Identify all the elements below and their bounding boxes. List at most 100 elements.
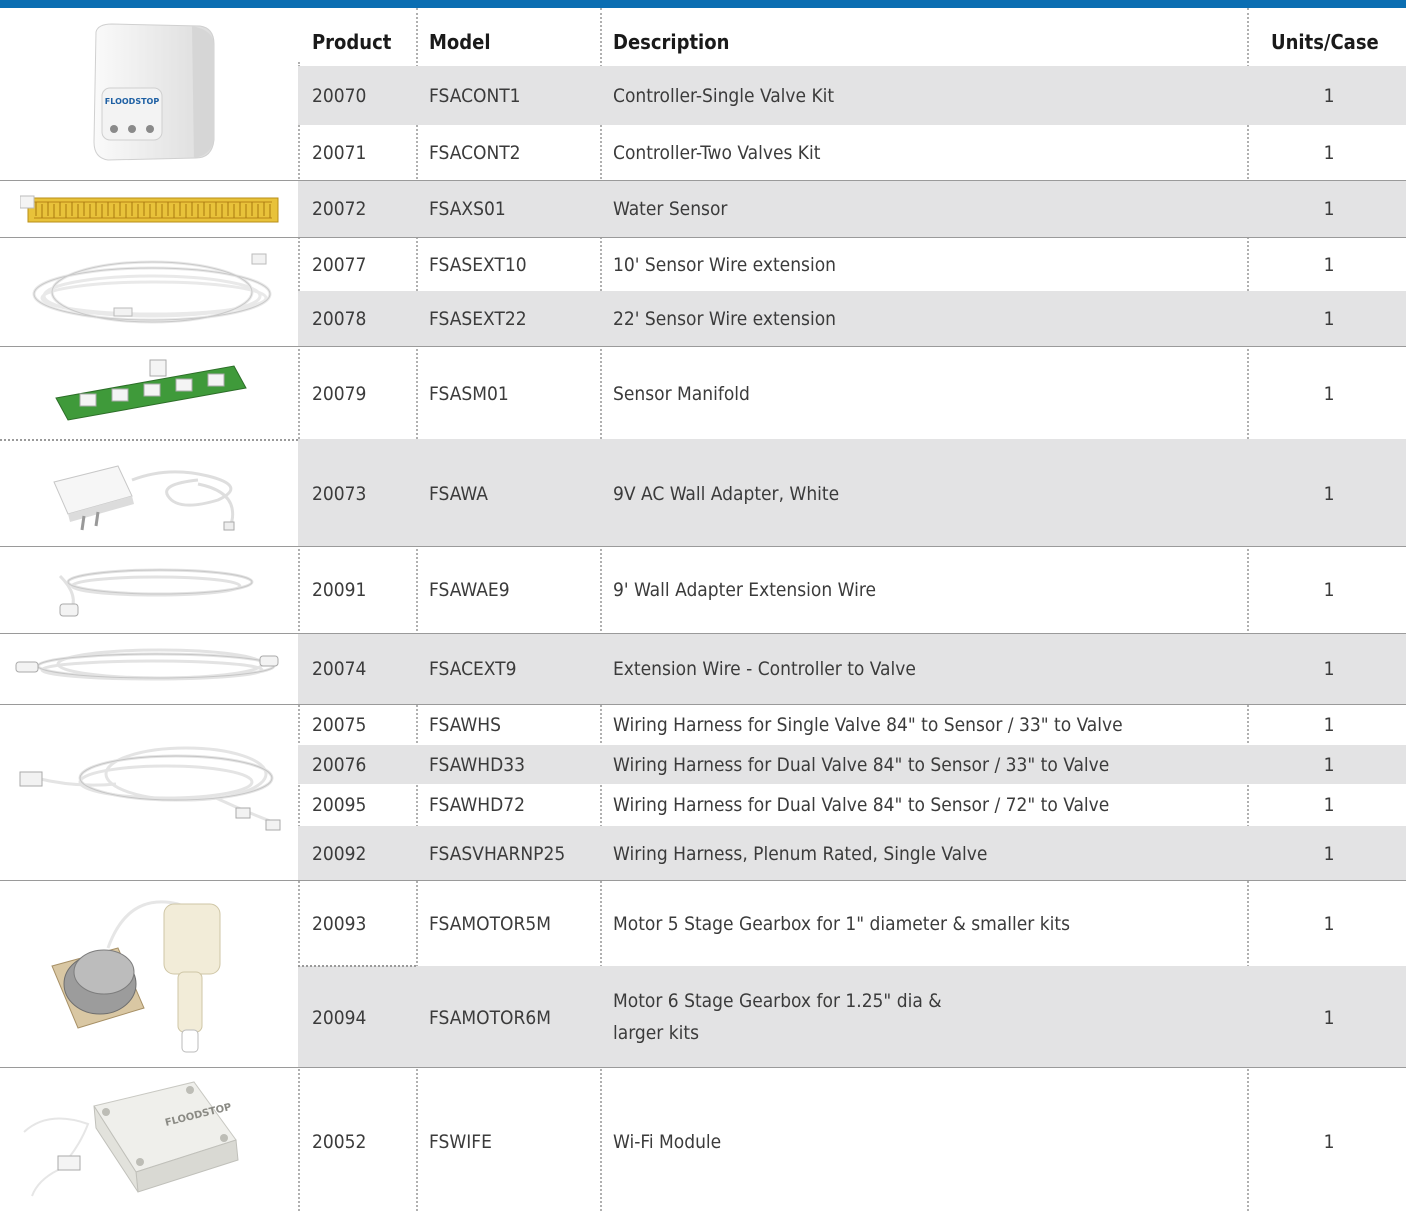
- product-code: 20079: [312, 383, 367, 405]
- model-code: FSAMOTOR6M: [429, 1007, 551, 1029]
- controller-image: FLOODSTOP: [88, 22, 218, 162]
- table-row: 20075 FSAWHS Wiring Harness for Single V…: [298, 705, 1406, 745]
- controller-extension-wire-image: [6, 640, 286, 698]
- units: 1: [1323, 1131, 1335, 1153]
- product-code: 20071: [312, 142, 367, 164]
- product-code: 20095: [312, 794, 367, 816]
- product-code: 20092: [312, 843, 367, 865]
- group-separator: [0, 546, 1406, 547]
- wifi-module-image: FLOODSTOP: [18, 1080, 258, 1208]
- description: Wiring Harness for Single Valve 84" to S…: [613, 714, 1123, 736]
- units: 1: [1323, 794, 1335, 816]
- dotted-separator: [0, 439, 298, 441]
- description: Controller-Single Valve Kit: [613, 85, 835, 107]
- units: 1: [1323, 1007, 1335, 1029]
- header-description: Description: [613, 30, 730, 54]
- top-accent-bar: [0, 0, 1406, 8]
- table-row: 20070 FSACONT1 Controller-Single Valve K…: [298, 66, 1406, 125]
- description: 10' Sensor Wire extension: [613, 254, 836, 276]
- model-code: FSWIFE: [429, 1131, 492, 1153]
- description: Motor 5 Stage Gearbox for 1" diameter & …: [613, 913, 1070, 935]
- product-code: 20091: [312, 579, 367, 601]
- units: 1: [1323, 254, 1335, 276]
- product-code: 20072: [312, 198, 367, 220]
- units: 1: [1323, 383, 1335, 405]
- model-code: FSASEXT10: [429, 254, 527, 276]
- description-line-1: Motor 6 Stage Gearbox for 1.25" dia &: [613, 990, 942, 1012]
- units: 1: [1323, 142, 1335, 164]
- group-separator: [0, 180, 1406, 181]
- table-row: 20094 FSAMOTOR6M Motor 6 Stage Gearbox f…: [298, 966, 1406, 1067]
- description: 9' Wall Adapter Extension Wire: [613, 579, 876, 601]
- model-code: FSAWA: [429, 483, 488, 505]
- wiring-harness-image: [16, 738, 286, 838]
- model-code: FSACONT1: [429, 85, 521, 107]
- description: Water Sensor: [613, 198, 728, 220]
- description: Controller-Two Valves Kit: [613, 142, 821, 164]
- units: 1: [1323, 754, 1335, 776]
- units: 1: [1323, 843, 1335, 865]
- units: 1: [1323, 85, 1335, 107]
- description: Wiring Harness, Plenum Rated, Single Val…: [613, 843, 988, 865]
- model-code: FSAWHS: [429, 714, 501, 736]
- model-code: FSAWHD33: [429, 754, 526, 776]
- group-separator: [0, 237, 1406, 238]
- units: 1: [1323, 308, 1335, 330]
- group-separator: [0, 346, 1406, 347]
- table-row: 20073 FSAWA 9V AC Wall Adapter, White 1: [298, 439, 1406, 546]
- sensor-manifold-image: [50, 356, 250, 428]
- units: 1: [1323, 483, 1335, 505]
- water-sensor-image: [20, 190, 282, 228]
- product-code: 20078: [312, 308, 367, 330]
- brand-text: FLOODSTOP: [105, 97, 160, 106]
- model-code: FSAWHD72: [429, 794, 526, 816]
- description: Extension Wire - Controller to Valve: [613, 658, 916, 680]
- group-separator: [0, 880, 1406, 881]
- product-code: 20093: [312, 913, 367, 935]
- units: 1: [1323, 714, 1335, 736]
- model-code: FSAXS01: [429, 198, 506, 220]
- table-row: 20093 FSAMOTOR5M Motor 5 Stage Gearbox f…: [298, 881, 1406, 965]
- group-separator: [0, 704, 1406, 705]
- units: 1: [1323, 198, 1335, 220]
- product-code: 20074: [312, 658, 367, 680]
- table-row: 20074 FSACEXT9 Extension Wire - Controll…: [298, 634, 1406, 704]
- model-code: FSACEXT9: [429, 658, 517, 680]
- description: 22' Sensor Wire extension: [613, 308, 836, 330]
- table-row: 20092 FSASVHARNP25 Wiring Harness, Plenu…: [298, 826, 1406, 880]
- description: 9V AC Wall Adapter, White: [613, 483, 840, 505]
- table-row: 20077 FSASEXT10 10' Sensor Wire extensio…: [298, 238, 1406, 291]
- wall-adapter-extension-image: [40, 556, 260, 624]
- header-units: Units/Case: [1271, 30, 1379, 54]
- table-row: 20091 FSAWAE9 9' Wall Adapter Extension …: [298, 547, 1406, 633]
- units: 1: [1323, 913, 1335, 935]
- table-row: 20078 FSASEXT22 22' Sensor Wire extensio…: [298, 291, 1406, 346]
- model-code: FSAMOTOR5M: [429, 913, 551, 935]
- description: Wi-Fi Module: [613, 1131, 722, 1153]
- description: Sensor Manifold: [613, 383, 750, 405]
- units: 1: [1323, 579, 1335, 601]
- dotted-separator: [298, 965, 416, 967]
- model-code: FSASEXT22: [429, 308, 527, 330]
- model-code: FSAWAE9: [429, 579, 510, 601]
- units: 1: [1323, 658, 1335, 680]
- table-row: 20076 FSAWHD33 Wiring Harness for Dual V…: [298, 745, 1406, 784]
- product-code: 20077: [312, 254, 367, 276]
- table-row: 20079 FSASM01 Sensor Manifold 1: [298, 347, 1406, 439]
- table-row: 20071 FSACONT2 Controller-Two Valves Kit…: [298, 125, 1406, 180]
- model-code: FSACONT2: [429, 142, 521, 164]
- table-row: 20095 FSAWHD72 Wiring Harness for Dual V…: [298, 784, 1406, 826]
- product-code: 20076: [312, 754, 367, 776]
- product-code: 20075: [312, 714, 367, 736]
- table-row: 20052 FSWIFE Wi-Fi Module 1: [298, 1068, 1406, 1211]
- model-code: FSASM01: [429, 383, 509, 405]
- model-code: FSASVHARNP25: [429, 843, 566, 865]
- header-model: Model: [429, 30, 491, 54]
- group-separator: [0, 633, 1406, 634]
- wall-adapter-image: [48, 456, 258, 534]
- description: Wiring Harness for Dual Valve 84" to Sen…: [613, 754, 1110, 776]
- sensor-wire-image: [24, 246, 280, 340]
- header-product: Product: [312, 30, 392, 54]
- table-row: 20072 FSAXS01 Water Sensor 1: [298, 181, 1406, 237]
- description: Wiring Harness for Dual Valve 84" to Sen…: [613, 794, 1110, 816]
